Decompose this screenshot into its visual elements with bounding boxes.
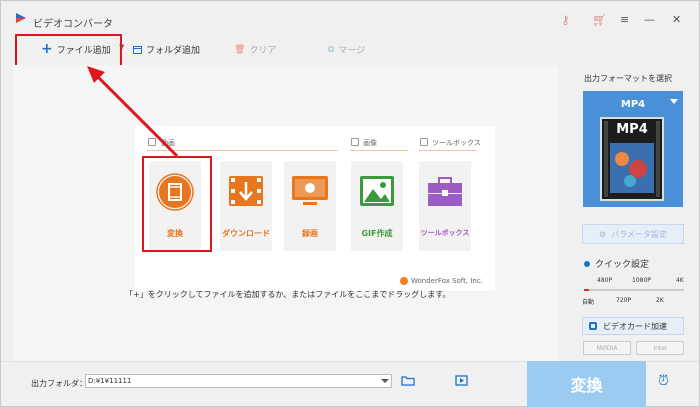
output-preview-icon[interactable] [455, 375, 468, 386]
res-2k[interactable]: 2K [656, 297, 664, 304]
mp4-format-image: MP4 [600, 117, 664, 201]
intel-chip[interactable]: Intel [636, 341, 684, 355]
format-dropdown-icon [670, 99, 678, 104]
hw-accel-button[interactable]: ビデオカード加速 [582, 317, 684, 335]
output-folder-path: D:¥1¥11111 [88, 377, 132, 385]
nvidia-chip[interactable]: NVIDIA [583, 341, 631, 355]
res-720p[interactable]: 720P [616, 297, 631, 304]
parameter-settings-label: パラメータ設定 [611, 229, 667, 239]
sliders-icon: ⚙︎ [599, 229, 607, 239]
app-window: ビデオコンバータ ⚷ 🛒︎ ≡ — ✕ + ファイル追加 ▼ フォルダ追加 🗑︎… [0, 0, 700, 407]
quality-slider[interactable] [584, 289, 684, 291]
quick-settings: クイック設定 [584, 257, 649, 270]
res-1080p[interactable]: 1080P [632, 277, 651, 284]
alarm-clock-icon[interactable]: ⏰︎ [658, 373, 669, 389]
output-folder-label: 出力フォルダ： [31, 379, 87, 388]
parameter-settings-button[interactable]: ⚙︎ パラメータ設定 [582, 224, 684, 244]
quality-slider-thumb[interactable] [584, 289, 589, 291]
nvidia-label: NVIDIA [596, 344, 618, 352]
mp4-image-text: MP4 [616, 122, 648, 137]
format-name: MP4 [620, 99, 646, 110]
convert-button[interactable]: 変換 [527, 361, 646, 407]
res-480p[interactable]: 480P [597, 277, 612, 284]
quick-settings-icon [584, 260, 590, 267]
res-auto[interactable]: 自動 [582, 297, 594, 306]
output-folder-dropdown-icon[interactable] [381, 379, 389, 383]
panel-title: 出力フォーマットを選択 [584, 74, 672, 83]
res-4k[interactable]: 4K [676, 277, 684, 284]
quick-settings-label: クイック設定 [595, 260, 650, 270]
intel-label: Intel [653, 344, 667, 352]
format-selector[interactable]: MP4 MP4 [583, 91, 683, 207]
gpu-icon [589, 322, 597, 330]
open-folder-icon[interactable] [401, 375, 415, 386]
hw-accel-label: ビデオカード加速 [603, 321, 667, 331]
output-folder-field[interactable]: D:¥1¥11111 [85, 374, 392, 388]
